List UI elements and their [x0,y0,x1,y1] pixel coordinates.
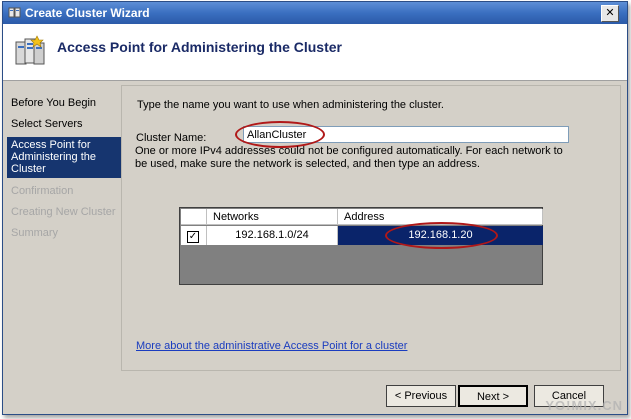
page-title: Access Point for Administering the Clust… [57,39,342,55]
grid-header-networks[interactable]: Networks [207,209,338,225]
step-before-you-begin: Before You Begin [11,97,97,109]
cluster-name-label: Cluster Name: [136,132,207,144]
step-select-servers: Select Servers [11,118,83,130]
next-button[interactable]: Next > [458,385,528,407]
more-about-access-point-link[interactable]: More about the administrative Access Poi… [136,340,407,352]
instruction-text: Type the name you want to use when admin… [137,99,444,111]
close-button[interactable]: ✕ [601,5,619,22]
cluster-wizard-icon [8,7,21,18]
step-confirmation: Confirmation [11,185,74,197]
cluster-servers-icon [15,35,45,65]
network-checkbox[interactable]: ✓ [187,231,199,243]
content-panel: Type the name you want to use when admin… [121,85,621,371]
watermark: YO!MIX.CN [545,398,623,413]
grid-header-checkbox[interactable] [181,209,207,225]
wizard-window: Create Cluster Wizard ✕ Access Point for… [2,1,628,415]
network-cell[interactable]: 192.168.1.0/24 [207,226,338,245]
window-title: Create Cluster Wizard [25,6,150,20]
annotation-circle-address [385,222,498,249]
previous-button[interactable]: < Previous [386,385,456,407]
wizard-steps: Before You Begin Select Servers Access P… [7,93,121,353]
title-bar[interactable]: Create Cluster Wizard ✕ [3,2,627,24]
close-icon: ✕ [605,7,615,19]
step-creating-new-cluster: Creating New Cluster [11,206,116,218]
network-checkbox-cell[interactable]: ✓ [181,226,207,245]
ipv4-description: One or more IPv4 addresses could not be … [135,145,563,170]
wizard-header: Access Point for Administering the Clust… [3,24,627,81]
annotation-circle-cluster-name [235,121,325,148]
networks-grid: Networks Address ✓ 192.168.1.0/24 192.16… [179,207,543,285]
step-access-point-current: Access Point for Administering the Clust… [7,137,121,178]
step-summary: Summary [11,227,59,239]
